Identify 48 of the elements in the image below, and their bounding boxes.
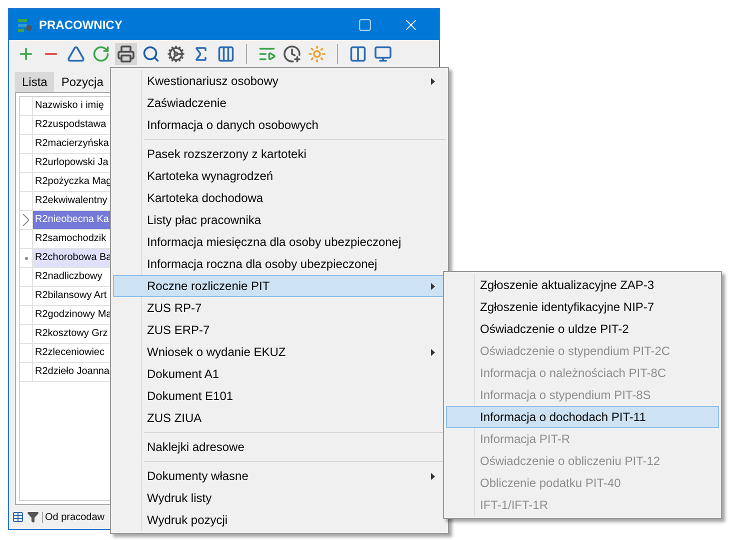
current-row-icon: [23, 214, 29, 226]
tab[interactable]: Lista: [15, 72, 54, 92]
menu-item[interactable]: Wniosek o wydanie EKUZ: [113, 341, 446, 363]
menu-item[interactable]: Listy płac pracownika: [113, 209, 446, 231]
table-icon[interactable]: [12, 511, 24, 523]
add-icon[interactable]: [17, 45, 35, 63]
submenu-arrow-icon: [431, 472, 435, 480]
menu-item[interactable]: ZUS RP-7: [113, 297, 446, 319]
monitor-icon[interactable]: [374, 45, 392, 63]
submenu-arrow-icon: [431, 348, 435, 356]
search-icon[interactable]: [142, 45, 160, 63]
list-play-icon[interactable]: [258, 45, 276, 63]
filter-icon[interactable]: [27, 511, 39, 523]
maximize-icon[interactable]: [358, 18, 372, 32]
menu-item[interactable]: Oświadczenie o uldze PIT-2: [446, 318, 719, 340]
clock-plus-icon[interactable]: [283, 45, 301, 63]
menu-item[interactable]: Naklejki adresowe: [113, 436, 446, 458]
menu-item[interactable]: Informacja o danych osobowych: [113, 114, 446, 136]
submenu-arrow-icon: [431, 282, 435, 290]
menu-item[interactable]: ZUS ERP-7: [113, 319, 446, 341]
menu-item[interactable]: Kartoteka dochodowa: [113, 187, 446, 209]
window-title: PRACOWNICY: [39, 18, 124, 32]
menu-item[interactable]: Zaświadczenie: [113, 92, 446, 114]
menu-item[interactable]: Informacja roczna dla osoby ubezpieczonej: [113, 253, 446, 275]
dot-icon: [24, 256, 28, 260]
menu-item[interactable]: Zgłoszenie identyfikacyjne NIP-7: [446, 296, 719, 318]
menu-item[interactable]: Informacja o dochodach PIT-11: [446, 406, 719, 428]
menu-item[interactable]: Kartoteka wynagrodzeń: [113, 165, 446, 187]
menu-item[interactable]: Roczne rozliczenie PIT: [113, 275, 446, 297]
menu-item[interactable]: Dokumenty własne: [113, 465, 446, 487]
app-icon: [17, 16, 33, 32]
menu-item[interactable]: Wydruk pozycji: [113, 509, 446, 531]
menu-item[interactable]: Dokument A1: [113, 363, 446, 385]
submenu-arrow-icon: [431, 78, 435, 84]
menu-item[interactable]: Pasek rozszerzony z kartoteki: [113, 143, 446, 165]
columns-icon[interactable]: [217, 45, 235, 63]
print-button[interactable]: [115, 43, 137, 65]
refresh-icon[interactable]: [92, 45, 110, 63]
print-icon: [117, 45, 135, 63]
menu-item[interactable]: Dokument E101: [113, 385, 446, 407]
menu-item[interactable]: ZUS ZIUA: [113, 407, 446, 429]
filter-label: Od pracodaw: [42, 512, 104, 522]
menu-item[interactable]: Kwestionariusz osobowy: [113, 70, 446, 92]
menu-item[interactable]: Wydruk listy: [113, 487, 446, 509]
menu-item[interactable]: Informacja miesięczna dla osoby ubezpieczonej: [113, 231, 446, 253]
triangle-icon[interactable]: [67, 45, 85, 63]
tab[interactable]: Pozycja: [54, 72, 110, 92]
menu-item[interactable]: Zgłoszenie aktualizacyjne ZAP-3: [446, 274, 719, 296]
